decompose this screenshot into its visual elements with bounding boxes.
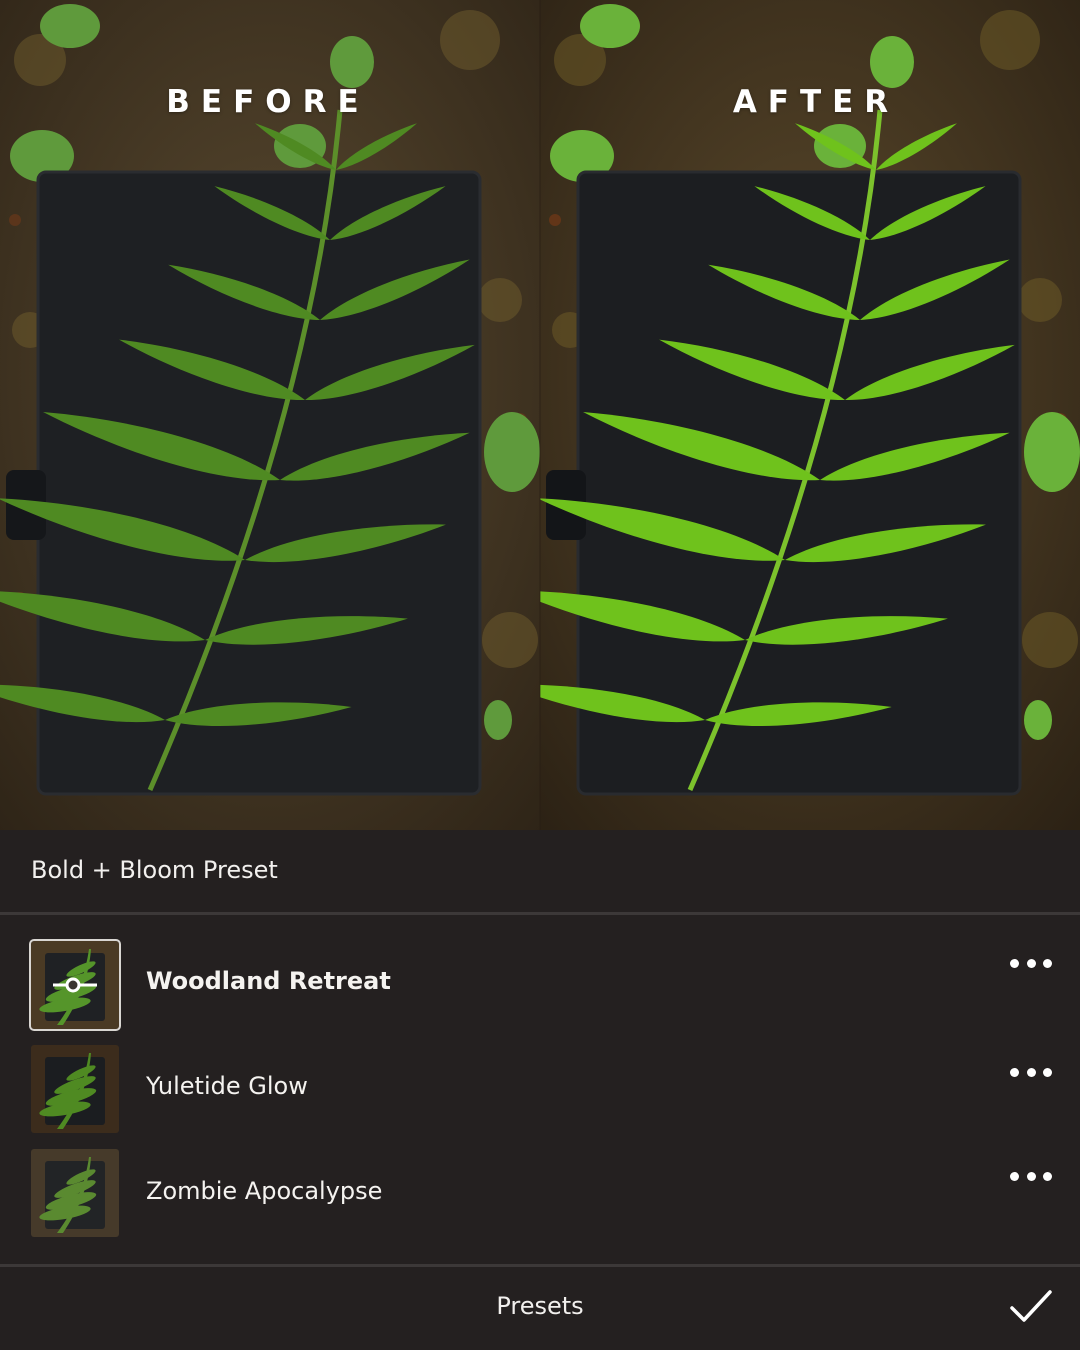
preset-row-woodland-retreat[interactable]: Woodland Retreat [0, 927, 1080, 1031]
dot [1010, 958, 1019, 968]
dot [1026, 1067, 1036, 1077]
checkmark-icon[interactable] [1008, 1287, 1054, 1327]
preset-thumbnail[interactable] [31, 1149, 119, 1237]
more-horizontal-icon[interactable] [1010, 1166, 1052, 1186]
after-label: AFTER [732, 84, 900, 120]
more-horizontal-icon[interactable] [1010, 953, 1052, 973]
dot [1026, 1171, 1036, 1181]
dot [1043, 1067, 1052, 1077]
before-photo [0, 0, 540, 830]
bottom-bar-title: Presets [496, 1292, 584, 1320]
more-horizontal-icon[interactable] [1010, 1062, 1052, 1082]
dot [1043, 958, 1052, 968]
before-label: BEFORE [166, 84, 370, 120]
preset-group-header[interactable]: Bold + Bloom Preset [0, 830, 1080, 912]
before-photo-pane: BEFORE [0, 0, 540, 830]
slider-adjust-icon [53, 977, 97, 993]
after-photo [540, 0, 1080, 830]
preset-thumbnail[interactable] [31, 1045, 119, 1133]
after-photo-pane: AFTER [540, 0, 1080, 830]
dot [1010, 1171, 1019, 1181]
preset-name: Yuletide Glow [146, 1072, 308, 1100]
dot [1026, 958, 1036, 968]
preset-thumbnail-image [31, 1149, 119, 1237]
preset-row-yuletide-glow[interactable]: Yuletide Glow [0, 1032, 1080, 1133]
preset-editor-screen: BEFORE AFTER Bold + Bloom Preset Woodlan… [0, 0, 1080, 1350]
dot [1010, 1067, 1019, 1077]
preset-name: Woodland Retreat [146, 967, 391, 995]
before-after-comparison: BEFORE AFTER [0, 0, 1080, 830]
preset-name: Zombie Apocalypse [146, 1177, 383, 1205]
bottom-bar: Presets [0, 1267, 1080, 1350]
preset-thumbnail[interactable] [29, 939, 121, 1031]
preset-row-zombie-apocalypse[interactable]: Zombie Apocalypse [0, 1137, 1080, 1237]
preset-thumbnail-image [31, 1045, 119, 1133]
preset-panel: Bold + Bloom Preset Woodland Retreat Yul… [0, 830, 1080, 1350]
dot [1043, 1171, 1052, 1181]
comparison-divider[interactable] [539, 0, 541, 830]
preset-list: Woodland Retreat Yuletide Glow Zombie Ap… [0, 915, 1080, 1264]
preset-group-title: Bold + Bloom Preset [31, 856, 278, 884]
